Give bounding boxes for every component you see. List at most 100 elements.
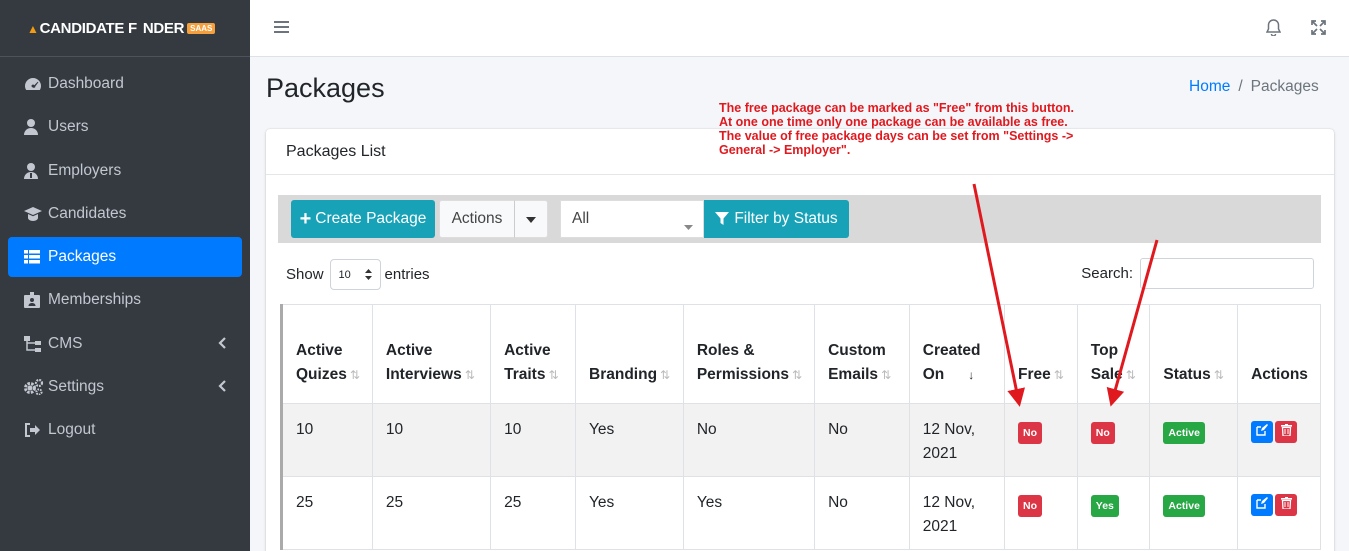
top-sale-toggle-badge[interactable]: Yes (1090, 495, 1119, 517)
sidebar-item-label: Memberships (48, 291, 142, 309)
table-row: 10 10 10 Yes No No 12 Nov, 2021 No No Act… (280, 403, 1321, 477)
sidebar-item-label: Settings (48, 378, 105, 396)
cogs-icon (24, 379, 46, 396)
sidebar-item-employers[interactable]: Employers (8, 151, 242, 191)
annotation-line: At one one time only one package can be … (719, 115, 1068, 129)
id-badge-icon (24, 292, 46, 309)
bell-icon[interactable] (1265, 19, 1282, 41)
delete-button[interactable] (1275, 421, 1298, 443)
trash-icon (1280, 493, 1292, 517)
sidebar-item-settings[interactable]: Settings (8, 367, 242, 407)
cell-traits: 25 (490, 476, 577, 550)
brand-text-c: NDER (142, 19, 185, 37)
breadcrumb: Home / Packages (1189, 78, 1349, 96)
chevron-left-icon (218, 379, 226, 397)
caret-down-icon (684, 217, 693, 235)
cell-quizes: 10 (280, 403, 373, 477)
top-sale-toggle-badge[interactable]: No (1090, 422, 1115, 444)
sidebar-item-label: CMS (48, 334, 83, 352)
brand-text-b: ANDIDATE F (50, 19, 137, 37)
table-row: 25 25 25 Yes Yes No 12 Nov, 2021 No Yes A… (280, 476, 1321, 550)
sort-icon: ⇅ (1213, 368, 1224, 382)
edit-button[interactable] (1251, 420, 1274, 444)
filter-by-status-label: Filter by Status (734, 210, 838, 227)
sidebar-item-memberships[interactable]: Memberships (8, 280, 242, 320)
annotation-note: The free package can be marked as "Free"… (719, 101, 1119, 157)
annotation-line: General -> Employer". (719, 143, 851, 157)
annotation-line: The value of free package days can be se… (719, 129, 1074, 143)
sidebar-item-cms[interactable]: CMS (8, 324, 242, 364)
column-header-active-traits[interactable]: Active Traits ⇅ (490, 304, 577, 404)
sidebar-item-dashboard[interactable]: Dashboard (8, 64, 242, 104)
create-package-label: Create Package (315, 210, 427, 227)
cell-free: No (1004, 476, 1078, 550)
column-header-roles-permissions[interactable]: Roles & Permissions ⇅ (682, 304, 816, 404)
caret-down-icon (526, 210, 536, 228)
edit-icon (1256, 420, 1269, 444)
status-badge[interactable]: Active (1163, 422, 1205, 444)
sort-icon: ⇅ (660, 368, 671, 382)
hamburger-menu-icon[interactable] (274, 20, 289, 39)
filter-icon (715, 212, 730, 226)
column-header-custom-emails[interactable]: Custom Emails ⇅ (814, 304, 910, 404)
sidebar-item-logout[interactable]: Logout (8, 410, 242, 450)
plus-icon: + (299, 208, 312, 230)
actions-button[interactable]: Actions (439, 200, 515, 238)
show-label: Show (286, 266, 324, 283)
column-header-branding[interactable]: Branding ⇅ (575, 304, 684, 404)
list-icon (24, 250, 46, 264)
column-header-top-sale[interactable]: Top Sale ⇅ (1076, 304, 1151, 404)
sidebar-item-candidates[interactable]: Candidates (8, 194, 242, 234)
sign-out-icon (24, 423, 46, 438)
cell-emails: No (814, 476, 910, 550)
cell-traits: 10 (490, 403, 577, 477)
edit-button[interactable] (1251, 494, 1274, 516)
brand-saas-badge: SAAS (187, 22, 216, 34)
sidebar-nav: Dashboard Users Employers Candidates Pac… (8, 64, 242, 454)
sidebar-item-label: Logout (48, 421, 96, 439)
cell-interviews: 25 (371, 476, 492, 550)
packages-card: Packages List + Create Package Actions A… (266, 129, 1334, 551)
sidebar-item-users[interactable]: Users (8, 107, 242, 147)
status-select[interactable]: All (560, 200, 704, 238)
cell-roles: Yes (682, 476, 816, 550)
cell-top-sale: Yes (1076, 476, 1151, 550)
free-toggle-badge[interactable]: No (1018, 422, 1043, 444)
chevron-left-icon (218, 336, 226, 354)
breadcrumb-home-link[interactable]: Home (1189, 78, 1230, 96)
status-select-value: All (572, 210, 590, 227)
create-package-button[interactable]: + Create Package (291, 200, 435, 238)
search-label: Search: (1081, 265, 1133, 282)
search-input[interactable] (1140, 258, 1314, 289)
brand-text-a: C (39, 19, 51, 37)
user-icon (24, 119, 46, 136)
top-navbar (250, 0, 1349, 57)
sidebar-item-label: Users (48, 118, 89, 136)
sort-desc-icon: ↓ (968, 368, 975, 382)
column-header-active-quizes[interactable]: Active Quizes ⇅ (280, 304, 373, 404)
cell-created-on: 12 Nov, 2021 (908, 476, 1006, 550)
brand-logo[interactable]: ▲CANDIDATE F NDER SAAS (0, 0, 250, 57)
actions-dropdown-toggle[interactable] (514, 200, 548, 238)
packages-table: Active Quizes ⇅ Active Interviews ⇅ Active Tr… (280, 304, 1321, 550)
delete-button[interactable] (1275, 493, 1298, 517)
column-header-active-interviews[interactable]: Active Interviews ⇅ (371, 304, 492, 404)
dashboard-icon (24, 76, 46, 92)
column-header-created-on[interactable]: Created On ↓ (908, 304, 1006, 404)
fullscreen-icon[interactable] (1311, 20, 1326, 40)
sort-icon: ⇅ (881, 368, 892, 382)
filter-by-status-button[interactable]: Filter by Status (704, 200, 849, 238)
entries-per-page-select[interactable]: 10 (329, 259, 381, 290)
breadcrumb-current: Packages (1250, 78, 1319, 95)
cell-roles: No (682, 403, 816, 477)
show-entries-control: Show 10 entries (286, 259, 430, 290)
search-control: Search: (1081, 258, 1314, 289)
column-header-status[interactable]: Status ⇅ (1149, 304, 1239, 404)
free-toggle-badge[interactable]: No (1018, 495, 1043, 517)
status-badge[interactable]: Active (1163, 495, 1205, 517)
column-header-actions: Actions (1237, 304, 1321, 404)
page-title: Packages (266, 73, 385, 103)
sidebar-item-packages[interactable]: Packages (8, 237, 242, 278)
column-header-free[interactable]: Free ⇅ (1004, 304, 1078, 404)
cell-interviews: 10 (371, 403, 492, 477)
